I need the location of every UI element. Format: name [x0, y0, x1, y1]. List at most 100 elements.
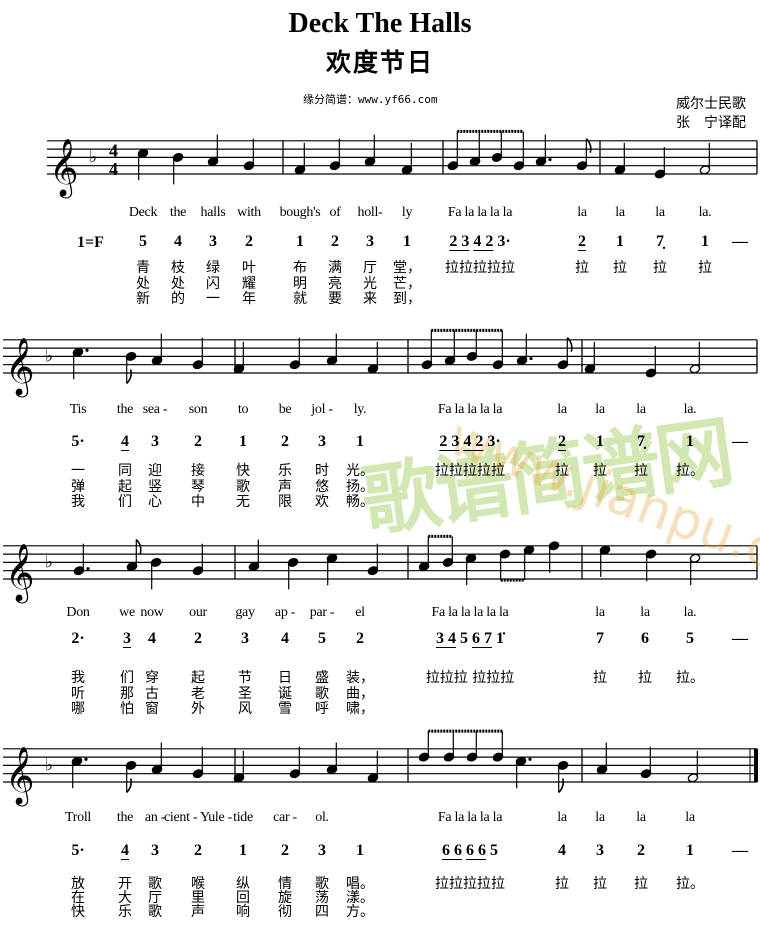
jianpu-note: 2 3 [449, 233, 470, 250]
chinese-lyric: 荡 [315, 890, 329, 906]
jianpu-note: 3 [151, 433, 159, 450]
jianpu-dash: — [732, 433, 748, 450]
chinese-lyric: 竖 [148, 479, 162, 495]
jianpu-note: 5 [318, 630, 326, 647]
chinese-lyric: 歌 [315, 876, 329, 892]
jianpu-note: 3 [209, 233, 217, 250]
jianpu-note: 1 [239, 433, 247, 450]
english-lyric: par - [309, 605, 335, 620]
chinese-lyric: 拉 [613, 260, 627, 276]
chinese-lyric: 乐 [278, 463, 292, 479]
jianpu-note: 4 [121, 434, 129, 450]
jianpu-note: 2 [578, 234, 586, 250]
chinese-lyric: 纵 [236, 876, 250, 892]
chinese-lyric: 那 [120, 686, 134, 702]
chinese-lyric: 拉 [638, 670, 652, 686]
english-lyric: Fa la la la la [437, 402, 503, 417]
chinese-lyric: 呼 [315, 701, 329, 717]
english-lyric: la [595, 402, 605, 417]
jianpu-note: 3· [497, 233, 511, 250]
english-lyric: el [355, 605, 365, 620]
chinese-lyric: 要 [328, 291, 342, 307]
chinese-lyric: 开 [118, 876, 132, 892]
english-lyric: halls [200, 205, 226, 220]
english-lyric: la [685, 810, 695, 825]
chinese-lyric: 拉拉拉拉拉 [445, 260, 515, 276]
jianpu-note: 7̣ [656, 233, 664, 250]
jianpu-note-text: 2 [578, 233, 586, 250]
chinese-lyric: 拉 [555, 463, 569, 479]
flat-icon: ♭ [89, 147, 97, 167]
chinese-lyric: 来 [363, 291, 377, 307]
chinese-lyric: 布 [293, 260, 307, 276]
english-lyric: be [278, 402, 292, 417]
english-lyric: ol. [315, 810, 329, 825]
chinese-lyric: 的 [171, 291, 185, 307]
chinese-lyric: 拉 [634, 876, 648, 892]
chinese-lyric: 绿 [206, 260, 220, 276]
chinese-lyric: 我 [71, 494, 85, 510]
chinese-lyric: 响 [236, 904, 250, 920]
jianpu-dash: — [732, 630, 748, 647]
english-lyric: la. [683, 402, 697, 417]
english-lyric: la [636, 402, 646, 417]
jianpu-note: 1 [686, 842, 694, 859]
chinese-lyric: 怕 [120, 701, 134, 717]
chinese-lyric: 拉 [634, 463, 648, 479]
chinese-lyric: 窗 [145, 701, 159, 717]
treble-clef-icon: 𝄞 [5, 746, 35, 807]
flat-icon: ♭ [45, 552, 53, 572]
jianpu-dash: — [732, 842, 748, 859]
chinese-lyric: 芒， [393, 276, 421, 292]
chinese-lyric: 拉 [593, 463, 607, 479]
flat-icon: ♭ [45, 755, 53, 775]
note-dot [85, 348, 89, 352]
chinese-lyric: 歌 [315, 686, 329, 702]
chinese-lyric: 堂， [393, 260, 421, 276]
chinese-lyric: 哪 [71, 701, 85, 717]
chinese-lyric: 漾。 [346, 890, 374, 906]
origin-credit: 威尔士民歌 [676, 96, 746, 112]
chinese-lyric: 快 [236, 463, 250, 479]
chinese-lyric: 拉。 [676, 463, 704, 479]
source-credit: 缘分简谱：www.yf66.com [303, 93, 438, 106]
chinese-lyric: 处 [136, 276, 150, 292]
chinese-lyric: 拉。 [676, 670, 704, 686]
jianpu-note: 2 [637, 842, 645, 859]
english-lyric: la [595, 605, 605, 620]
chinese-lyric: 啸， [346, 701, 374, 717]
chinese-lyric: 青 [136, 260, 150, 276]
english-lyric: Tis [69, 402, 87, 417]
key-label: 1=F [77, 234, 104, 251]
chinese-lyric: 闪 [206, 276, 220, 292]
jianpu-note: 1 [686, 433, 694, 450]
english-lyric: son [188, 402, 208, 417]
jianpu-note: 2 [558, 434, 566, 450]
jianpu-note-group: 2 34 2 3· [437, 434, 502, 450]
chinese-lyric: 诞 [278, 686, 292, 702]
note-flag [558, 778, 564, 793]
chinese-lyric: 处 [171, 276, 185, 292]
chinese-lyric: 拉拉拉 拉拉拉 [425, 670, 515, 686]
jianpu-note: 1 [596, 433, 604, 450]
chinese-lyric: 限 [278, 494, 292, 510]
jianpu-note: 1 [296, 233, 304, 250]
chinese-lyric: 拉 [698, 260, 712, 276]
jianpu-note: 2 [281, 842, 289, 859]
chinese-lyric: 中 [191, 494, 205, 510]
chinese-lyric: 拉 [593, 876, 607, 892]
jianpu-note: 6 6 [466, 842, 486, 859]
jianpu-note: 3 [366, 233, 374, 250]
chinese-lyric: 满 [328, 260, 342, 276]
treble-clef-icon: 𝄞 [5, 337, 35, 398]
chinese-lyric: 起 [118, 479, 132, 495]
chinese-lyric: 拉。 [676, 876, 704, 892]
english-lyric: sea - [142, 402, 168, 417]
english-lyric: la [577, 205, 587, 220]
chinese-lyric: 一 [206, 291, 220, 307]
chinese-lyric: 日 [278, 670, 292, 686]
chinese-lyric: 歌 [148, 876, 162, 892]
english-lyric: Fa la la la la la [431, 605, 509, 620]
english-lyric: an - [144, 810, 166, 825]
chinese-lyric: 曲， [346, 686, 374, 702]
